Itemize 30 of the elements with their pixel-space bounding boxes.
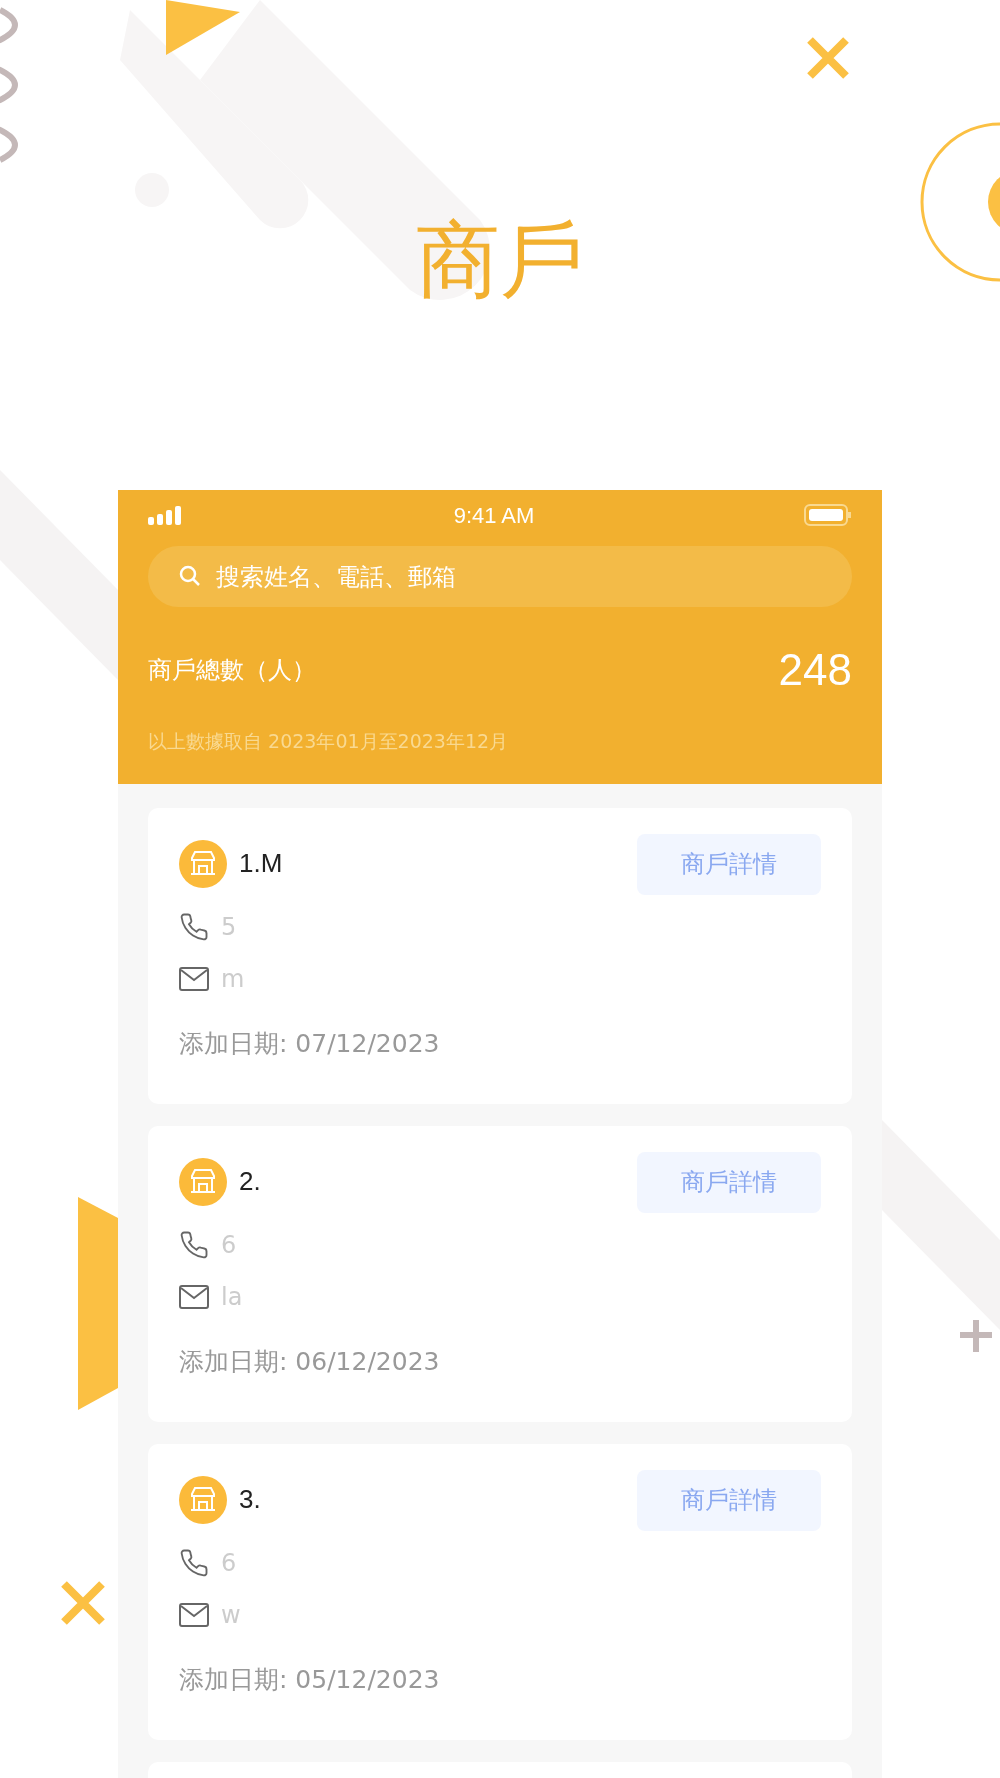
total-count: 248 [778, 644, 852, 696]
added-date: 添加日期: 06/12/2023 [179, 1345, 441, 1378]
phone-icon [179, 1547, 209, 1578]
phone-icon [179, 1229, 209, 1260]
added-date: 添加日期: 05/12/2023 [179, 1663, 441, 1696]
added-date: 添加日期: 07/12/2023 [179, 1027, 441, 1060]
total-label: 商戶總數（人） [148, 655, 316, 686]
data-range-note: 以上數據取自 2023年01月至2023年12月 [148, 729, 510, 754]
store-icon [179, 1157, 227, 1206]
page-title: 商戶 [416, 218, 584, 302]
search-icon [178, 564, 202, 588]
phone-icon [179, 911, 209, 942]
mail-icon [179, 1284, 209, 1309]
mail-icon [179, 966, 209, 991]
store-icon [179, 839, 227, 888]
search-field[interactable]: 搜索姓名、電話、郵箱 [148, 546, 852, 607]
cross-shape [60, 1580, 106, 1626]
cross-shape [806, 36, 850, 80]
merchant-details-button[interactable]: 商戶詳情 [637, 1469, 821, 1531]
mail-icon [179, 1602, 209, 1627]
signal-icon [148, 505, 184, 525]
plus-shape [957, 1317, 995, 1355]
store-icon [179, 1475, 227, 1524]
battery-icon [804, 504, 852, 526]
merchant-name: 3. [239, 1483, 261, 1516]
merchant-name: 2. [239, 1165, 261, 1198]
status-time: 9:41 AM [453, 501, 535, 530]
merchant-name: 1.M [239, 847, 283, 880]
merchant-details-button[interactable]: 商戶詳情 [637, 1151, 821, 1213]
merchant-details-button[interactable]: 商戶詳情 [637, 833, 821, 895]
